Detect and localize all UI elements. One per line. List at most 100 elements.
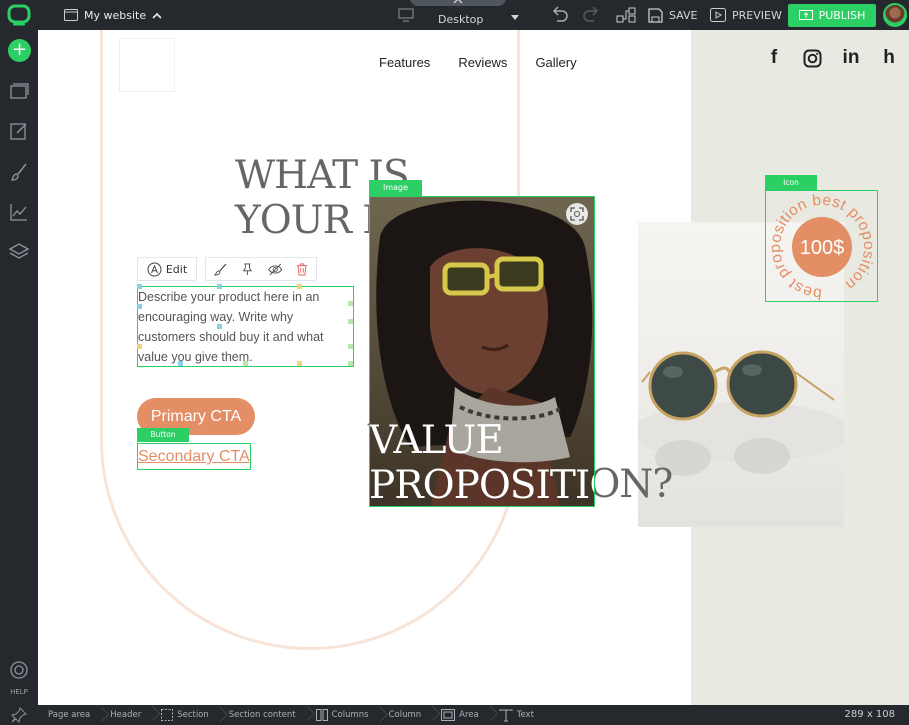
resize-handle[interactable] [297,361,302,366]
resize-handle[interactable] [217,324,222,329]
columns-icon [315,709,328,721]
site-selector[interactable]: My website [64,0,162,30]
resize-handle[interactable] [137,304,142,309]
website-icon [64,9,78,21]
editor-canvas[interactable]: Features Reviews Gallery f in h WHAT IS … [38,30,909,705]
button-selection-tag: Button [137,428,189,442]
breadcrumb-area[interactable]: Area [431,709,489,721]
pin-icon[interactable] [241,262,254,277]
focus-crop-icon[interactable] [566,203,588,225]
section-icon [161,709,174,721]
resize-handle[interactable] [178,361,183,366]
breadcrumb-page-area[interactable]: Page area [38,710,100,720]
analytics-icon[interactable] [9,202,29,222]
device-label: Desktop [438,12,484,26]
resize-handle[interactable] [348,361,353,366]
tool-group [205,257,317,281]
undo-icon[interactable] [549,6,569,24]
woman-photo[interactable]: YOUR MAIN VALUE PROPOSITION? [369,196,595,507]
breadcrumb-label: Section [177,710,209,720]
breadcrumb-section-content[interactable]: Section content [219,710,306,720]
breadcrumb-columns[interactable]: Columns [306,709,379,721]
nav-item-gallery[interactable]: Gallery [535,55,576,70]
edit-a-icon [147,262,162,276]
caret-down-icon [511,14,520,20]
social-links: f in h [765,48,898,68]
breadcrumb-label: Column [388,710,422,720]
image-selection-tag: Image [369,180,422,196]
sitemap-icon[interactable] [616,6,636,24]
edit-content-icon[interactable] [9,121,29,141]
layers-icon[interactable] [9,242,29,262]
publish-button[interactable]: PUBLISH [788,4,876,27]
resize-handle[interactable] [348,319,353,324]
site-name: My website [84,8,147,22]
logo-placeholder[interactable] [119,38,175,92]
resize-handle[interactable] [243,361,248,366]
save-button[interactable]: SAVE [648,0,697,30]
breadcrumb-header[interactable]: Header [100,710,151,720]
breadcrumb-section[interactable]: Section [151,709,219,721]
delete-trash-icon[interactable] [296,262,308,277]
add-element-button[interactable]: + [8,39,31,62]
breadcrumb-text[interactable]: Text [489,709,544,722]
app-logo-icon[interactable] [7,4,31,26]
nav-item-reviews[interactable]: Reviews [458,55,507,70]
desktop-icon [398,8,414,22]
description-content: Describe your product here in an encoura… [138,290,324,364]
heading-overlay-bottom: VALUE PROPOSITION? [369,418,594,507]
secondary-cta-button[interactable]: Secondary CTA [137,443,251,470]
left-sidebar: + HELP [0,30,38,705]
main-navigation: Features Reviews Gallery [379,55,577,70]
hide-eye-icon[interactable] [267,262,282,277]
edit-text-button[interactable]: Edit [137,257,197,281]
breadcrumb-label: Area [459,710,479,720]
resize-handle[interactable] [217,284,222,289]
facebook-icon[interactable]: f [765,48,783,68]
area-icon [441,709,456,721]
device-selector[interactable]: Desktop [398,0,520,30]
help-label: HELP [10,688,28,696]
design-brush-icon[interactable] [9,162,29,182]
heading-overlay-line-4: PROPOSITION? [369,463,594,507]
status-bar: Page area Header Section Section content… [0,705,909,725]
pin-icon[interactable] [11,707,27,723]
breadcrumb-column[interactable]: Column [379,710,432,720]
resize-handle[interactable] [137,284,142,289]
badge-price: 100$ [800,237,845,259]
text-t-icon [499,709,513,721]
preview-button[interactable]: PREVIEW [710,0,782,30]
help-lifebuoy-icon[interactable] [9,660,29,680]
nav-item-features[interactable]: Features [379,55,430,70]
description-text[interactable]: Describe your product here in an encoura… [137,284,354,367]
resize-handle[interactable] [297,284,302,289]
breadcrumb-label: Columns [331,710,369,720]
avatar[interactable] [883,3,907,27]
linkedin-icon[interactable]: in [842,48,860,68]
brush-icon[interactable] [214,262,227,277]
resize-handle[interactable] [348,301,353,306]
resize-handle[interactable] [348,344,353,349]
badge-graphic: best proposition best proposition 100$ [767,192,877,302]
publish-label: PUBLISH [818,9,866,22]
play-icon [710,8,726,22]
text-toolbar: Edit [137,257,317,283]
icon-selection-tag: Icon [765,175,817,190]
houzz-icon[interactable]: h [880,48,898,68]
heading-overlay-line-3: VALUE [369,418,504,463]
breadcrumb: Page area Header Section Section content… [38,705,544,725]
save-label: SAVE [669,8,698,22]
breadcrumb-label: Header [110,710,142,720]
preview-label: PREVIEW [732,8,782,22]
redo-icon[interactable] [582,6,602,24]
price-badge[interactable]: best proposition best proposition 100$ [765,190,878,302]
breadcrumb-label: Text [516,710,534,720]
element-dimensions: 289 x 108 [844,709,895,720]
heading-line-1: WHAT IS [235,153,410,198]
floppy-disk-icon [648,7,663,23]
resize-handle[interactable] [137,344,142,349]
instagram-icon[interactable] [803,49,822,68]
pages-icon[interactable] [9,81,29,101]
chevron-up-icon [152,12,162,19]
breadcrumb-label: Page area [48,710,91,720]
